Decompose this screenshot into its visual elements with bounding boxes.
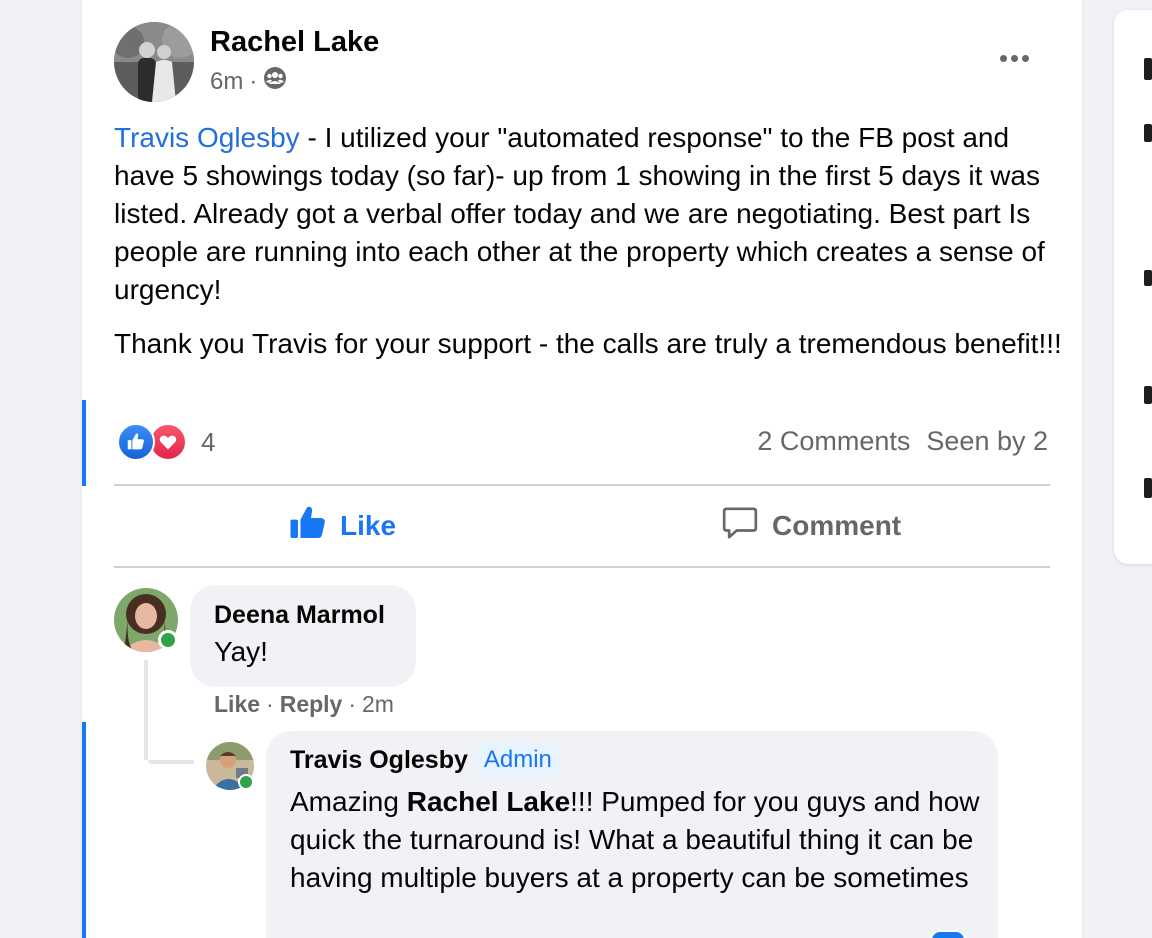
comment-bubble: Deena Marmol Yay! [190,585,416,687]
comment-actions: Like · Reply · 2m [214,691,394,718]
more-options-dot [1021,54,1029,62]
comment-author-name[interactable]: Deena Marmol [214,601,385,630]
comment-reply-button[interactable]: Reply [280,691,343,718]
post-highlight-bar [82,400,86,486]
seen-by-link[interactable]: Seen by 2 [926,426,1048,457]
reply-text: Amazing Rachel Lake!!! Pumped for you gu… [290,783,980,897]
reply-bubble: Travis Oglesby Admin Amazing Rachel Lake… [266,731,998,938]
online-status-dot [238,774,254,790]
more-options-icon [999,54,1007,62]
like-reaction-icon [117,423,155,461]
reaction-count: 4 [201,426,216,457]
like-button[interactable]: Like [288,500,396,552]
facebook-group-feed: Rachel Lake 6m · Travis Oglesby - I util… [0,0,1152,938]
thread-line [144,660,148,760]
separator-dot: · [348,691,357,717]
admin-badge: Admin [475,743,560,777]
post-paragraph-2: Thank you Travis for your support - the … [114,328,1062,359]
reply-header: Travis Oglesby Admin [290,743,560,777]
more-options-button[interactable] [992,40,1036,76]
post-meta: 6m · [210,66,287,97]
reply-reaction-chip[interactable] [930,930,966,938]
comment-timestamp[interactable]: 2m [362,691,394,718]
post-stats: 2 Comments Seen by 2 [757,426,1048,457]
mention-link[interactable]: Travis Oglesby [114,122,300,153]
sidebar-glyph [1144,270,1152,286]
like-label: Like [340,510,397,541]
meta-separator: · [249,67,258,95]
reply-author-avatar[interactable] [206,742,254,790]
divider [114,484,1050,486]
reply-author-name[interactable]: Travis Oglesby [290,746,468,775]
comment-icon [720,503,760,550]
online-status-dot [158,630,178,650]
sidebar-glyph [1144,478,1152,498]
separator-dot: · [266,691,274,717]
comment-like-button[interactable]: Like [214,691,260,718]
post-timestamp[interactable]: 6m [210,68,243,96]
comment-button[interactable]: Comment [720,500,901,552]
post-body: Travis Oglesby - I utilized your "automa… [114,119,1064,379]
sidebar-glyph [1144,58,1152,80]
comment-label: Comment [772,510,902,541]
comment-text: Yay! [214,636,268,667]
commenter-avatar[interactable] [114,588,178,652]
sidebar-glyph [1144,124,1152,142]
sidebar-glyph [1144,386,1152,404]
thread-line [148,760,194,764]
thumbs-up-icon [288,503,328,550]
group-icon [263,66,287,97]
post-paragraph-1: Travis Oglesby - I utilized your "automa… [114,119,1064,309]
post-author-name[interactable]: Rachel Lake [210,26,379,59]
reply-text-prefix: Amazing [290,786,407,817]
divider [114,566,1050,568]
comments-count-link[interactable]: 2 Comments [757,426,910,457]
more-options-dot [1010,54,1018,62]
reactions-summary[interactable]: 4 [117,422,215,462]
author-avatar[interactable] [114,22,194,102]
reply-highlight-bar [82,722,86,938]
reply-mention[interactable]: Rachel Lake [407,786,570,817]
